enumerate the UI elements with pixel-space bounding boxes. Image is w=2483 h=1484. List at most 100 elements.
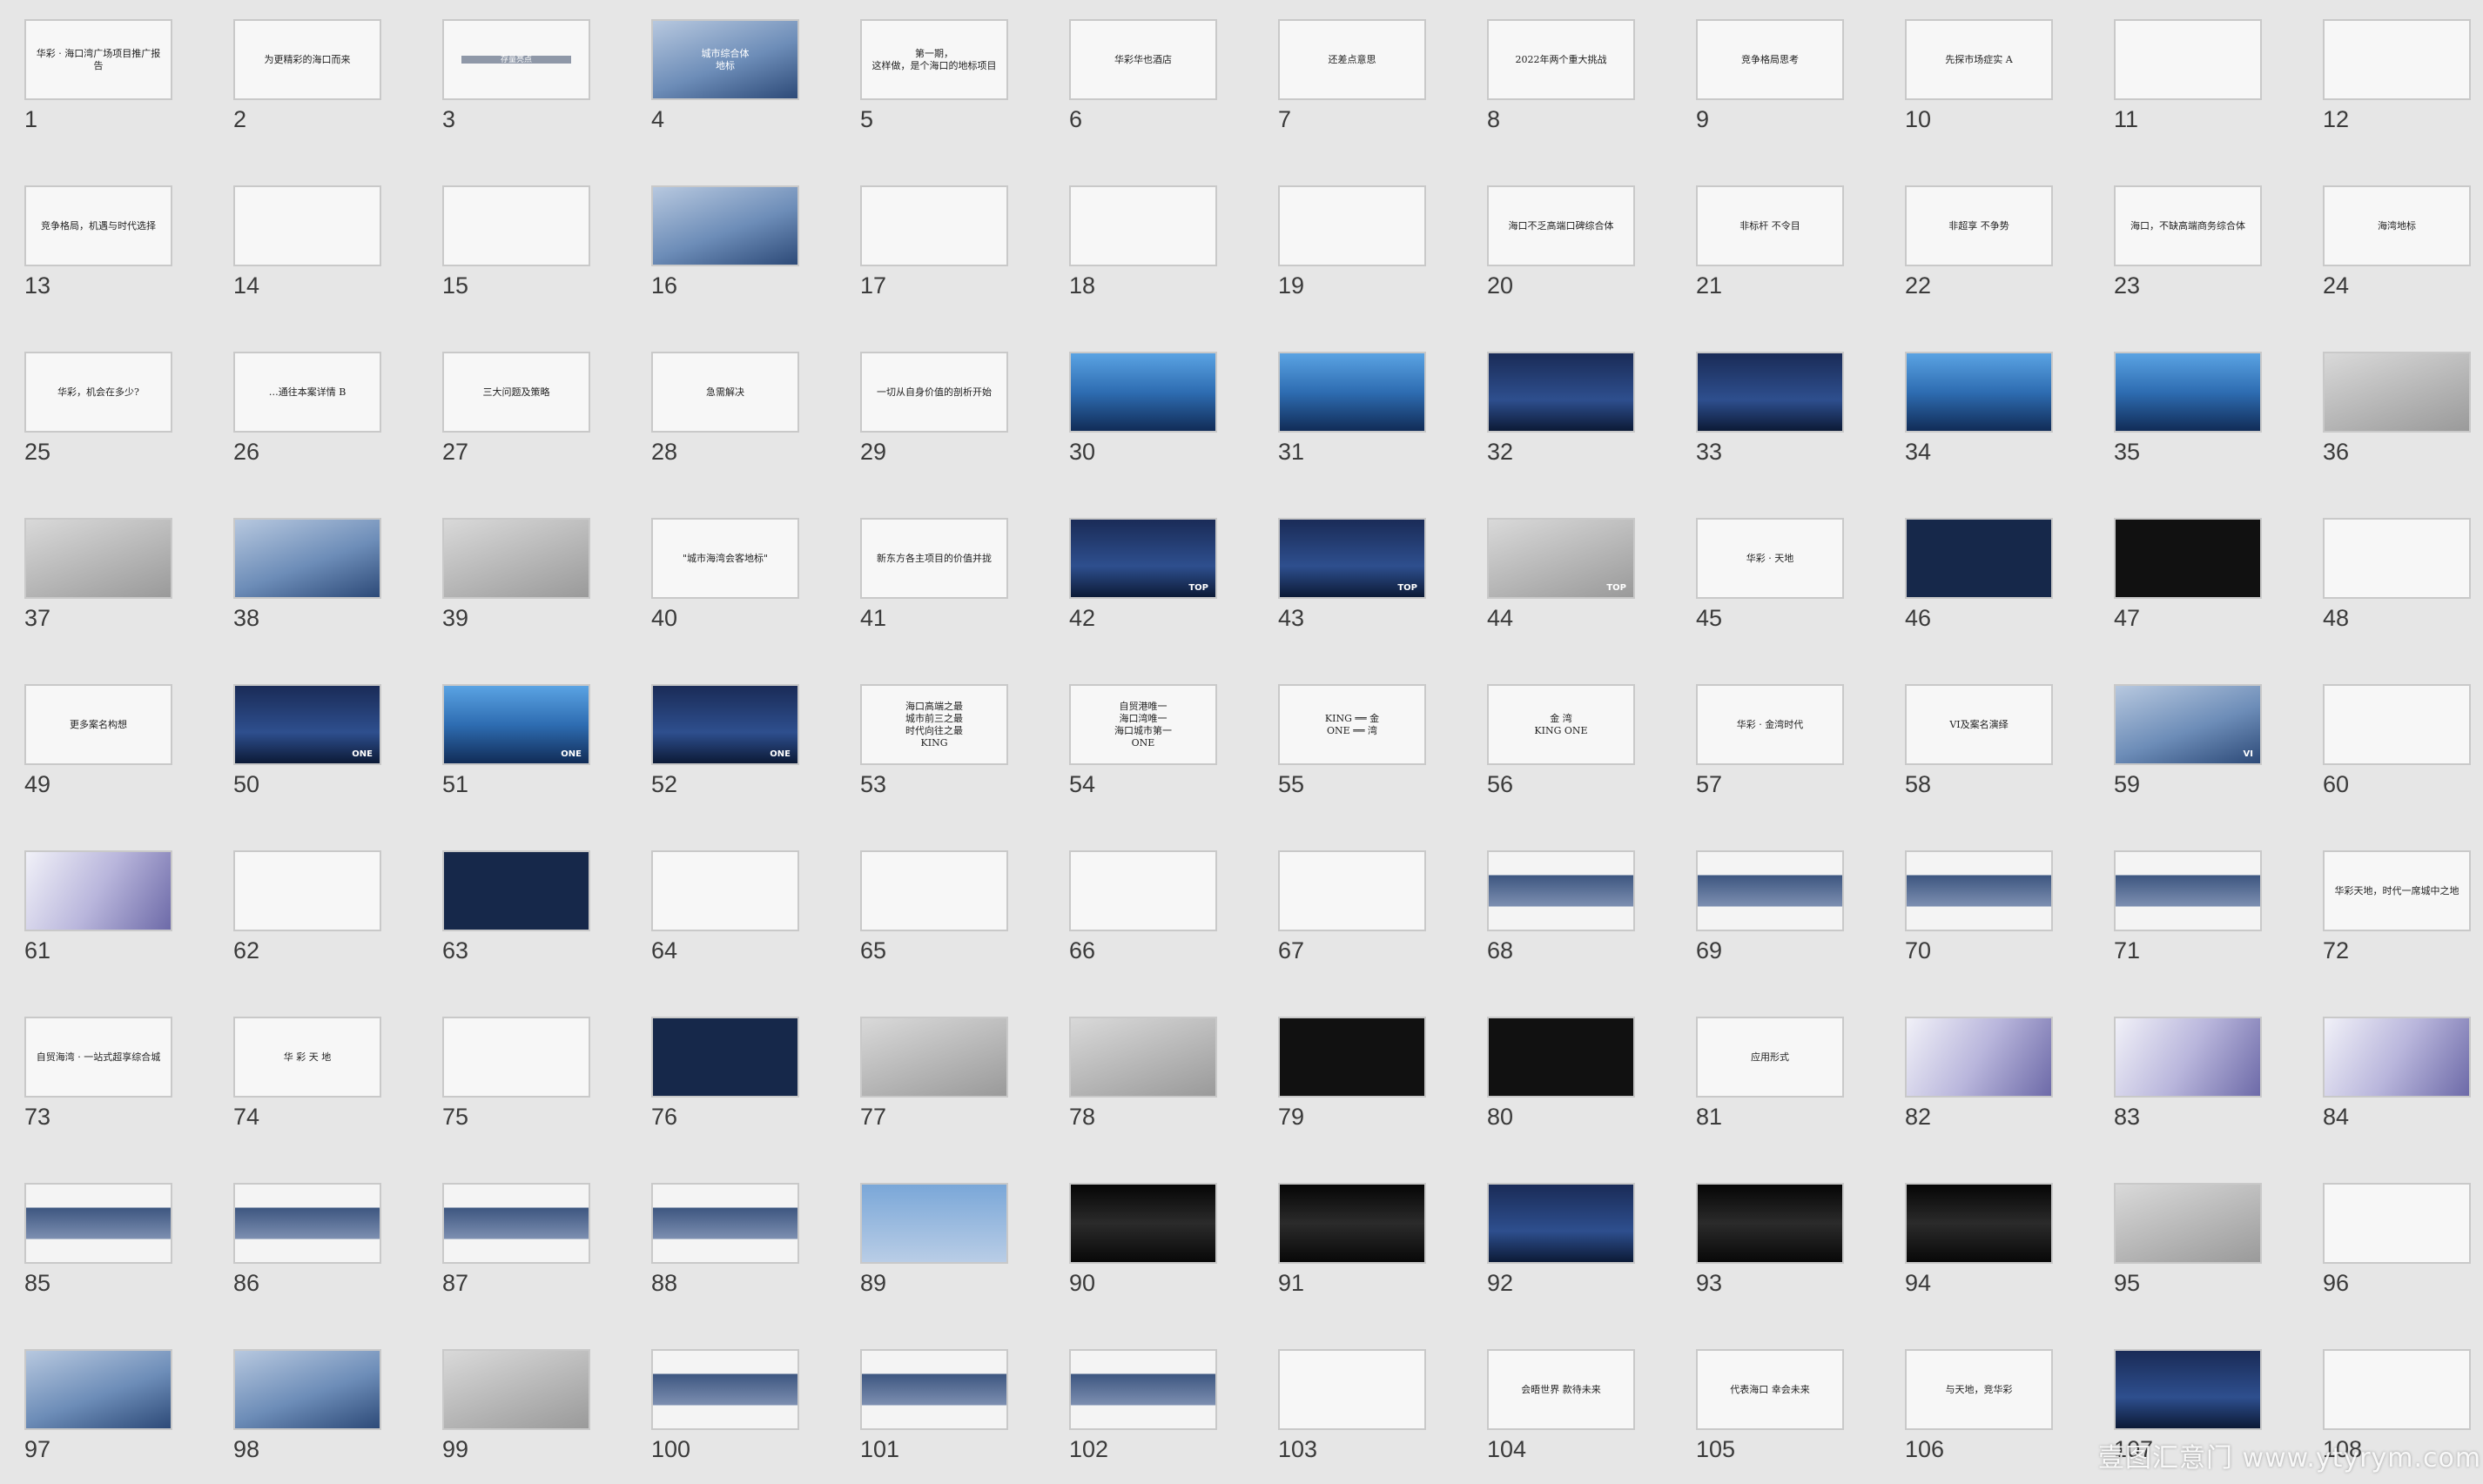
slide-thumbnail-57[interactable]: 华彩 · 金湾时代 57: [1696, 684, 1844, 796]
slide-thumbnail-42[interactable]: TOP 42: [1069, 518, 1217, 630]
slide-thumbnail-16[interactable]: 16: [651, 185, 799, 298]
slide-thumbnail-105[interactable]: 代表海口 幸会未来 105: [1696, 1349, 1844, 1461]
slide-thumbnail-84[interactable]: 84: [2323, 1017, 2471, 1129]
slide-thumbnail-81[interactable]: 应用形式 81: [1696, 1017, 1844, 1129]
slide-thumbnail-50[interactable]: ONE 50: [233, 684, 381, 796]
slide-thumbnail-5[interactable]: 第一期， 这样做，是个海口的地标项目 5: [860, 19, 1008, 131]
slide-thumbnail-83[interactable]: 83: [2114, 1017, 2262, 1129]
slide-thumbnail-102[interactable]: 102: [1069, 1349, 1217, 1461]
slide-thumbnail-100[interactable]: 100: [651, 1349, 799, 1461]
slide-thumbnail-43[interactable]: TOP 43: [1278, 518, 1426, 630]
slide-thumbnail-76[interactable]: 76: [651, 1017, 799, 1129]
slide-thumbnail-18[interactable]: 18: [1069, 185, 1217, 298]
slide-thumbnail-66[interactable]: 66: [1069, 850, 1217, 963]
slide-thumbnail-12[interactable]: 12: [2323, 19, 2471, 131]
slide-thumbnail-56[interactable]: 金 湾 KING ONE 56: [1487, 684, 1635, 796]
slide-thumbnail-26[interactable]: …通往本案详情 B 26: [233, 352, 381, 464]
slide-thumbnail-40[interactable]: "城市海湾会客地标" 40: [651, 518, 799, 630]
slide-thumbnail-51[interactable]: ONE 51: [442, 684, 590, 796]
slide-thumbnail-10[interactable]: 先探市场症实 A 10: [1905, 19, 2053, 131]
slide-thumbnail-46[interactable]: 46: [1905, 518, 2053, 630]
slide-thumbnail-79[interactable]: 79: [1278, 1017, 1426, 1129]
slide-thumbnail-7[interactable]: 还差点意思 7: [1278, 19, 1426, 131]
slide-thumbnail-61[interactable]: 61: [24, 850, 172, 963]
slide-thumbnail-104[interactable]: 会晤世界 款待未来 104: [1487, 1349, 1635, 1461]
slide-thumbnail-87[interactable]: 87: [442, 1183, 590, 1295]
slide-thumbnail-3[interactable]: 存量亮点 3: [442, 19, 590, 131]
slide-thumbnail-99[interactable]: 99: [442, 1349, 590, 1461]
slide-thumbnail-48[interactable]: 48: [2323, 518, 2471, 630]
slide-thumbnail-2[interactable]: 为更精彩的海口而来 2: [233, 19, 381, 131]
slide-thumbnail-30[interactable]: 30: [1069, 352, 1217, 464]
slide-thumbnail-74[interactable]: 华 彩 天 地 74: [233, 1017, 381, 1129]
slide-thumbnail-52[interactable]: ONE 52: [651, 684, 799, 796]
slide-thumbnail-23[interactable]: 海口，不缺高端商务综合体 23: [2114, 185, 2262, 298]
slide-thumbnail-82[interactable]: 82: [1905, 1017, 2053, 1129]
slide-thumbnail-44[interactable]: TOP 44: [1487, 518, 1635, 630]
slide-thumbnail-28[interactable]: 急需解决 28: [651, 352, 799, 464]
slide-thumbnail-107[interactable]: 107: [2114, 1349, 2262, 1461]
slide-thumbnail-67[interactable]: 67: [1278, 850, 1426, 963]
slide-thumbnail-39[interactable]: 39: [442, 518, 590, 630]
slide-thumbnail-25[interactable]: 华彩，机会在多少? 25: [24, 352, 172, 464]
slide-thumbnail-33[interactable]: 33: [1696, 352, 1844, 464]
slide-thumbnail-21[interactable]: 非标杆 不令目 21: [1696, 185, 1844, 298]
slide-thumbnail-11[interactable]: 11: [2114, 19, 2262, 131]
slide-thumbnail-96[interactable]: 96: [2323, 1183, 2471, 1295]
slide-thumbnail-13[interactable]: 竞争格局，机遇与时代选择 13: [24, 185, 172, 298]
slide-thumbnail-78[interactable]: 78: [1069, 1017, 1217, 1129]
slide-thumbnail-108[interactable]: 108: [2323, 1349, 2471, 1461]
slide-thumbnail-9[interactable]: 竞争格局思考 9: [1696, 19, 1844, 131]
slide-thumbnail-55[interactable]: KING ══ 金 ONE ══ 湾 55: [1278, 684, 1426, 796]
slide-thumbnail-45[interactable]: 华彩 · 天地 45: [1696, 518, 1844, 630]
slide-thumbnail-41[interactable]: 新东方各主项目的价值并拢 41: [860, 518, 1008, 630]
slide-thumbnail-6[interactable]: 华彩华也酒店 6: [1069, 19, 1217, 131]
slide-thumbnail-88[interactable]: 88: [651, 1183, 799, 1295]
slide-thumbnail-89[interactable]: 89: [860, 1183, 1008, 1295]
slide-thumbnail-70[interactable]: 70: [1905, 850, 2053, 963]
slide-thumbnail-38[interactable]: 38: [233, 518, 381, 630]
slide-thumbnail-20[interactable]: 海口不乏高端口碑综合体 20: [1487, 185, 1635, 298]
slide-thumbnail-14[interactable]: 14: [233, 185, 381, 298]
slide-thumbnail-31[interactable]: 31: [1278, 352, 1426, 464]
slide-thumbnail-92[interactable]: 92: [1487, 1183, 1635, 1295]
slide-thumbnail-97[interactable]: 97: [24, 1349, 172, 1461]
slide-thumbnail-72[interactable]: 华彩天地，时代一席城中之地 72: [2323, 850, 2471, 963]
slide-thumbnail-17[interactable]: 17: [860, 185, 1008, 298]
slide-thumbnail-93[interactable]: 93: [1696, 1183, 1844, 1295]
slide-thumbnail-69[interactable]: 69: [1696, 850, 1844, 963]
slide-thumbnail-65[interactable]: 65: [860, 850, 1008, 963]
slide-thumbnail-71[interactable]: 71: [2114, 850, 2262, 963]
slide-thumbnail-91[interactable]: 91: [1278, 1183, 1426, 1295]
slide-thumbnail-58[interactable]: VI及案名演绎 58: [1905, 684, 2053, 796]
slide-thumbnail-62[interactable]: 62: [233, 850, 381, 963]
slide-thumbnail-36[interactable]: 36: [2323, 352, 2471, 464]
slide-thumbnail-27[interactable]: 三大问题及策略 27: [442, 352, 590, 464]
slide-thumbnail-34[interactable]: 34: [1905, 352, 2053, 464]
slide-thumbnail-54[interactable]: 自贸港唯一 海口湾唯一 海口城市第一 ONE 54: [1069, 684, 1217, 796]
slide-thumbnail-37[interactable]: 37: [24, 518, 172, 630]
slide-thumbnail-35[interactable]: 35: [2114, 352, 2262, 464]
slide-thumbnail-80[interactable]: 80: [1487, 1017, 1635, 1129]
slide-thumbnail-94[interactable]: 94: [1905, 1183, 2053, 1295]
slide-thumbnail-64[interactable]: 64: [651, 850, 799, 963]
slide-thumbnail-77[interactable]: 77: [860, 1017, 1008, 1129]
slide-thumbnail-59[interactable]: VI 59: [2114, 684, 2262, 796]
slide-thumbnail-8[interactable]: 2022年两个重大挑战 8: [1487, 19, 1635, 131]
slide-thumbnail-86[interactable]: 86: [233, 1183, 381, 1295]
slide-thumbnail-101[interactable]: 101: [860, 1349, 1008, 1461]
slide-thumbnail-32[interactable]: 32: [1487, 352, 1635, 464]
slide-thumbnail-63[interactable]: 63: [442, 850, 590, 963]
slide-thumbnail-90[interactable]: 90: [1069, 1183, 1217, 1295]
slide-thumbnail-15[interactable]: 15: [442, 185, 590, 298]
slide-thumbnail-53[interactable]: 海口高端之最 城市前三之最 时代向往之最 KING 53: [860, 684, 1008, 796]
slide-thumbnail-68[interactable]: 68: [1487, 850, 1635, 963]
slide-thumbnail-24[interactable]: 海湾地标 24: [2323, 185, 2471, 298]
slide-thumbnail-75[interactable]: 75: [442, 1017, 590, 1129]
slide-thumbnail-47[interactable]: 47: [2114, 518, 2262, 630]
slide-thumbnail-19[interactable]: 19: [1278, 185, 1426, 298]
slide-thumbnail-103[interactable]: 103: [1278, 1349, 1426, 1461]
slide-thumbnail-95[interactable]: 95: [2114, 1183, 2262, 1295]
slide-thumbnail-29[interactable]: 一切从自身价值的剖析开始 29: [860, 352, 1008, 464]
slide-thumbnail-49[interactable]: 更多案名构想 49: [24, 684, 172, 796]
